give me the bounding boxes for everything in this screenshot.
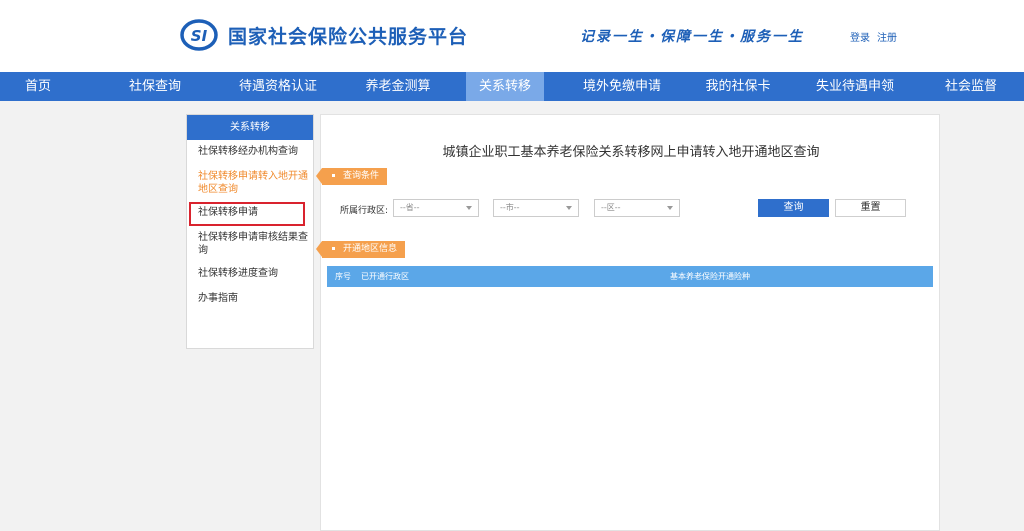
register-link[interactable]: 注册 <box>877 33 897 44</box>
sidebar-item-progress-query[interactable]: 社保转移进度查询 <box>198 267 310 280</box>
sidebar-title: 关系转移 <box>187 115 313 140</box>
bullet-icon <box>332 174 335 177</box>
result-section-tag: 开通地区信息 <box>315 241 406 258</box>
page-title: 城镇企业职工基本养老保险关系转移网上申请转入地开通地区查询 <box>442 145 820 160</box>
chevron-down-icon <box>566 206 572 210</box>
nav-item-supervision[interactable]: 社会监督 <box>932 72 1010 101</box>
table-header: 序号 已开通行政区 基本养老保险开通险种 <box>327 266 933 287</box>
auth-links: 登录 注册 <box>850 29 897 44</box>
sidebar-item-review-result[interactable]: 社保转移申请审核结果查询 <box>198 231 310 257</box>
si-logo-icon[interactable]: SI <box>180 19 218 51</box>
city-select-value: --市-- <box>500 203 520 212</box>
query-button[interactable]: 查询 <box>758 199 829 217</box>
nav-item-my-card[interactable]: 我的社保卡 <box>698 72 778 101</box>
site-header: SI 国家社会保险公共服务平台 记录一生・保障一生・服务一生 登录 注册 <box>0 0 1024 72</box>
reset-button[interactable]: 重置 <box>835 199 906 217</box>
main-content: 城镇企业职工基本养老保险关系转移网上申请转入地开通地区查询 <box>320 114 940 531</box>
nav-item-unemployment[interactable]: 失业待遇申领 <box>810 72 900 101</box>
logo-text: SI <box>191 27 208 45</box>
city-select[interactable]: --市-- <box>493 199 579 217</box>
nav-item-home[interactable]: 首页 <box>0 72 76 101</box>
nav-item-qualification[interactable]: 待遇资格认证 <box>228 72 328 101</box>
bullet-icon <box>332 247 335 250</box>
column-header-insurance: 基本养老保险开通险种 <box>670 272 750 281</box>
district-select[interactable]: --区-- <box>594 199 680 217</box>
nav-item-social-query[interactable]: 社保查询 <box>118 72 192 101</box>
nav-item-transfer[interactable]: 关系转移 <box>466 72 544 101</box>
district-select-value: --区-- <box>601 203 621 212</box>
query-section-label: 查询条件 <box>343 171 380 181</box>
sidebar-item-open-region-query[interactable]: 社保转移申请转入地开通地区查询 <box>198 170 310 196</box>
sidebar-item-agency-query[interactable]: 社保转移经办机构查询 <box>198 145 310 158</box>
chevron-down-icon <box>466 206 472 210</box>
column-header-region: 已开通行政区 <box>361 272 409 281</box>
nav-item-overseas[interactable]: 境外免缴申请 <box>576 72 668 101</box>
sidebar: 关系转移 社保转移经办机构查询 社保转移申请转入地开通地区查询 社保转移申请 社… <box>186 114 314 349</box>
column-header-index: 序号 <box>335 272 351 281</box>
nav-item-pension-calc[interactable]: 养老金测算 <box>350 72 446 101</box>
site-title[interactable]: 国家社会保险公共服务平台 <box>228 22 468 49</box>
login-link[interactable]: 登录 <box>850 33 870 44</box>
result-section-label: 开通地区信息 <box>343 244 398 254</box>
region-label: 所属行政区: <box>340 206 389 216</box>
slogan: 记录一生・保障一生・服务一生 <box>580 29 804 45</box>
query-section-tag: 查询条件 <box>315 168 388 185</box>
main-nav: 首页 社保查询 待遇资格认证 养老金测算 关系转移 境外免缴申请 我的社保卡 失… <box>0 72 1024 101</box>
province-select-value: --省-- <box>400 203 420 212</box>
sidebar-item-transfer-apply[interactable]: 社保转移申请 <box>198 206 310 219</box>
province-select[interactable]: --省-- <box>393 199 479 217</box>
sidebar-item-guide[interactable]: 办事指南 <box>198 292 310 305</box>
chevron-down-icon <box>667 206 673 210</box>
